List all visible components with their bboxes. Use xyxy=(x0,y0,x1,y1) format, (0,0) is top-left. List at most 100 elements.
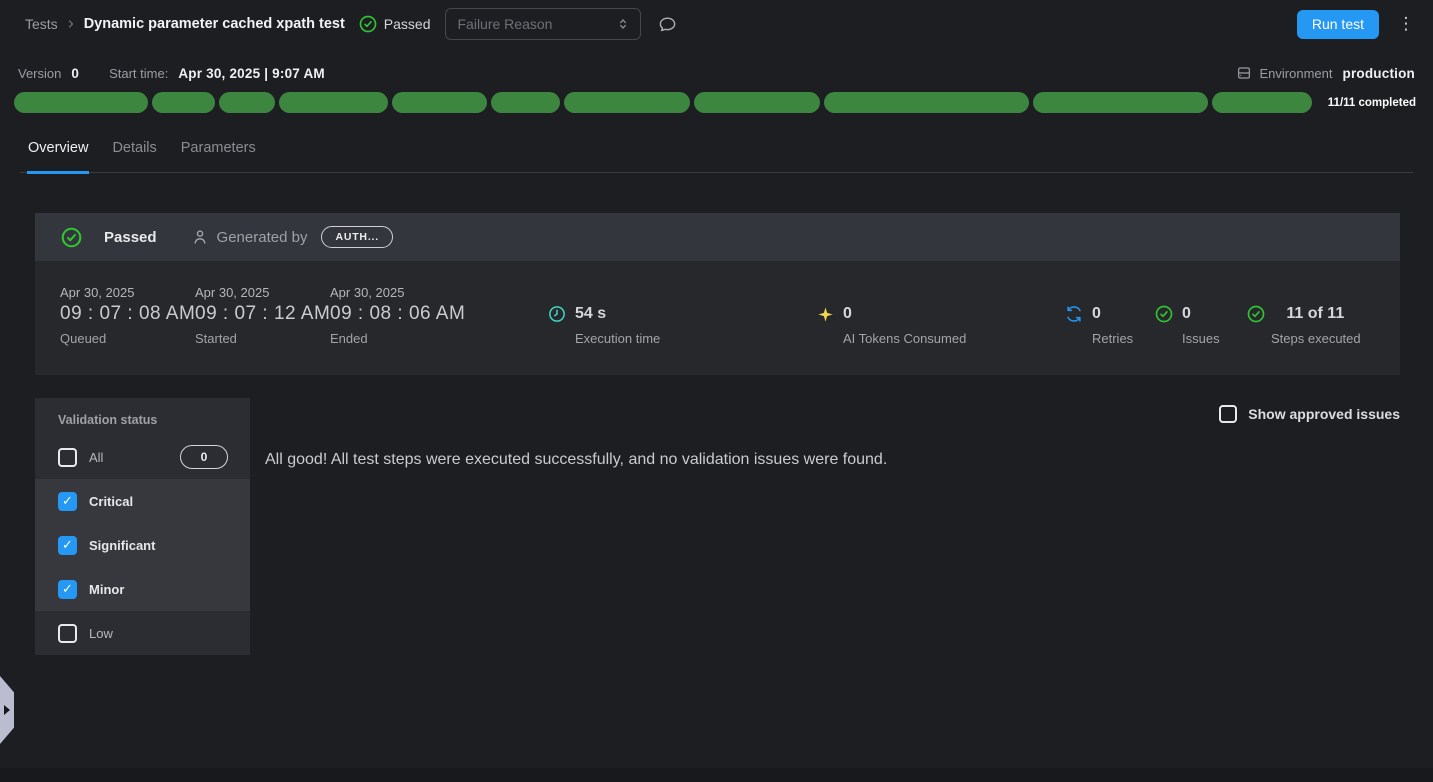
version-label: Version xyxy=(18,66,61,81)
check-circle-icon xyxy=(359,15,377,33)
progress-segment[interactable] xyxy=(152,92,215,113)
footer-strip xyxy=(0,768,1433,782)
filter-row-label: Minor xyxy=(89,582,124,597)
started-label: Started xyxy=(195,331,330,346)
steps-executed-value: 11 of 11 xyxy=(1286,305,1360,323)
ai-tokens-label: AI Tokens Consumed xyxy=(843,331,966,346)
progress-count: 11/11 completed xyxy=(1322,97,1416,109)
clock-icon xyxy=(548,305,566,323)
breadcrumb-chevron-icon xyxy=(65,18,77,30)
ai-tokens-value: 0 xyxy=(843,305,966,323)
sparkle-icon xyxy=(817,306,834,323)
failure-reason-select[interactable]: Failure Reason xyxy=(445,8,641,40)
version-value: 0 xyxy=(71,66,79,81)
validation-status-panel: Validation status All 0 ✓ Critical ✓Signif… xyxy=(35,398,250,655)
comment-icon[interactable] xyxy=(658,15,677,34)
ended-date: Apr 30, 2025 xyxy=(330,285,465,300)
time-queued: Apr 30, 2025 09 : 07 : 08 AM Queued xyxy=(60,285,195,346)
start-time-label: Start time: xyxy=(109,66,168,81)
generated-by-label: Generated by xyxy=(217,229,308,246)
execution-time-label: Execution time xyxy=(575,331,660,346)
kebab-menu-icon[interactable]: ⋮ xyxy=(1395,14,1417,34)
refresh-icon xyxy=(1065,305,1083,323)
meta-row: Version 0 Start time: Apr 30, 2025 | 9:0… xyxy=(0,54,1433,92)
run-test-button[interactable]: Run test xyxy=(1297,10,1379,39)
check-circle-icon xyxy=(1155,305,1173,323)
filter-row-significant[interactable]: ✓Significant xyxy=(35,523,250,567)
execution-time-value: 54 s xyxy=(575,305,660,323)
show-approved-issues[interactable]: Show approved issues xyxy=(1219,405,1400,423)
tab-bar: Overview Details Parameters xyxy=(20,138,1413,173)
check-circle-icon xyxy=(1247,305,1281,323)
chevron-right-icon xyxy=(4,705,10,715)
queued-label: Queued xyxy=(60,331,195,346)
validation-filter-list: ✓Critical✓Significant✓MinorLow xyxy=(35,479,250,655)
metric-execution-time: 54 s Execution time xyxy=(548,305,660,346)
show-approved-label: Show approved issues xyxy=(1248,406,1400,422)
metric-issues: 0 Issues xyxy=(1155,305,1220,346)
progress-segment[interactable] xyxy=(392,92,487,113)
progress-segment[interactable] xyxy=(14,92,148,113)
checkbox-show-approved[interactable] xyxy=(1219,405,1237,423)
environment-label: Environment xyxy=(1260,66,1333,81)
checkbox-significant[interactable]: ✓ xyxy=(58,536,77,555)
retries-value: 0 xyxy=(1092,305,1133,323)
filter-count-badge: 0 xyxy=(180,445,228,469)
status-badge: Passed xyxy=(359,15,431,33)
sidebar-expand-handle[interactable] xyxy=(0,676,14,744)
progress-segment[interactable] xyxy=(564,92,691,113)
filter-row-minor[interactable]: ✓ Minor xyxy=(35,567,250,611)
run-summary-body: Apr 30, 2025 09 : 07 : 08 AM Queued Apr … xyxy=(35,261,1400,375)
progress-segment[interactable] xyxy=(1212,92,1312,113)
progress-bar xyxy=(14,92,1312,113)
metric-ai-tokens: 0 AI Tokens Consumed xyxy=(817,305,966,346)
filter-row-critical[interactable]: ✓ Critical xyxy=(35,479,250,523)
filter-row-label: All xyxy=(89,450,103,465)
ended-time: 09 : 08 : 06 AM xyxy=(330,303,465,325)
tab-details[interactable]: Details xyxy=(111,138,157,172)
time-started: Apr 30, 2025 09 : 07 : 12 AM Started xyxy=(195,285,330,346)
progress-segment[interactable] xyxy=(219,92,276,113)
topbar: Tests Dynamic parameter cached xpath tes… xyxy=(0,0,1433,48)
environment-value: production xyxy=(1343,66,1416,81)
page-title: Dynamic parameter cached xpath test xyxy=(84,16,345,32)
steps-executed-label: Steps executed xyxy=(1271,331,1361,346)
tab-parameters[interactable]: Parameters xyxy=(180,138,257,172)
issues-label: Issues xyxy=(1182,331,1220,346)
status-label: Passed xyxy=(384,16,431,32)
queued-time: 09 : 07 : 08 AM xyxy=(60,303,195,325)
tab-overview[interactable]: Overview xyxy=(27,138,89,174)
filter-row-all[interactable]: All 0 xyxy=(35,435,250,479)
start-time-value: Apr 30, 2025 | 9:07 AM xyxy=(178,66,325,81)
metric-retries: 0 Retries xyxy=(1065,305,1133,346)
select-chevrons-icon xyxy=(616,17,630,31)
failure-reason-placeholder: Failure Reason xyxy=(458,16,553,32)
retries-label: Retries xyxy=(1092,331,1133,346)
queued-date: Apr 30, 2025 xyxy=(60,285,195,300)
result-message: All good! All test steps were executed s… xyxy=(265,451,887,469)
time-ended: Apr 30, 2025 09 : 08 : 06 AM Ended xyxy=(330,285,465,346)
validation-status-title: Validation status xyxy=(35,398,250,435)
checkbox-critical[interactable]: ✓ xyxy=(58,492,77,511)
progress-segment[interactable] xyxy=(824,92,1029,113)
app-root: Tests Dynamic parameter cached xpath tes… xyxy=(0,0,1433,782)
checkbox-minor[interactable]: ✓ xyxy=(58,580,77,599)
progress-segment[interactable] xyxy=(491,92,560,113)
filter-row-low[interactable]: Low xyxy=(35,611,250,655)
progress-segment[interactable] xyxy=(694,92,820,113)
run-summary-header: Passed Generated by AUTH... xyxy=(35,213,1400,261)
progress-segment[interactable] xyxy=(1033,92,1209,113)
breadcrumb-tests[interactable]: Tests xyxy=(25,16,58,32)
progress-segment[interactable] xyxy=(279,92,388,113)
filter-row-label: Low xyxy=(89,626,113,641)
generated-by-badge[interactable]: AUTH... xyxy=(321,226,393,248)
progress-row: 11/11 completed xyxy=(14,92,1416,113)
checkbox-all[interactable] xyxy=(58,448,77,467)
checkbox-low[interactable] xyxy=(58,624,77,643)
started-time: 09 : 07 : 12 AM xyxy=(195,303,330,325)
passed-check-icon xyxy=(61,227,82,248)
issues-value: 0 xyxy=(1182,305,1220,323)
filter-row-label: Critical xyxy=(89,494,133,509)
run-summary-card: Passed Generated by AUTH... Apr 30, 2025… xyxy=(35,213,1400,375)
started-date: Apr 30, 2025 xyxy=(195,285,330,300)
